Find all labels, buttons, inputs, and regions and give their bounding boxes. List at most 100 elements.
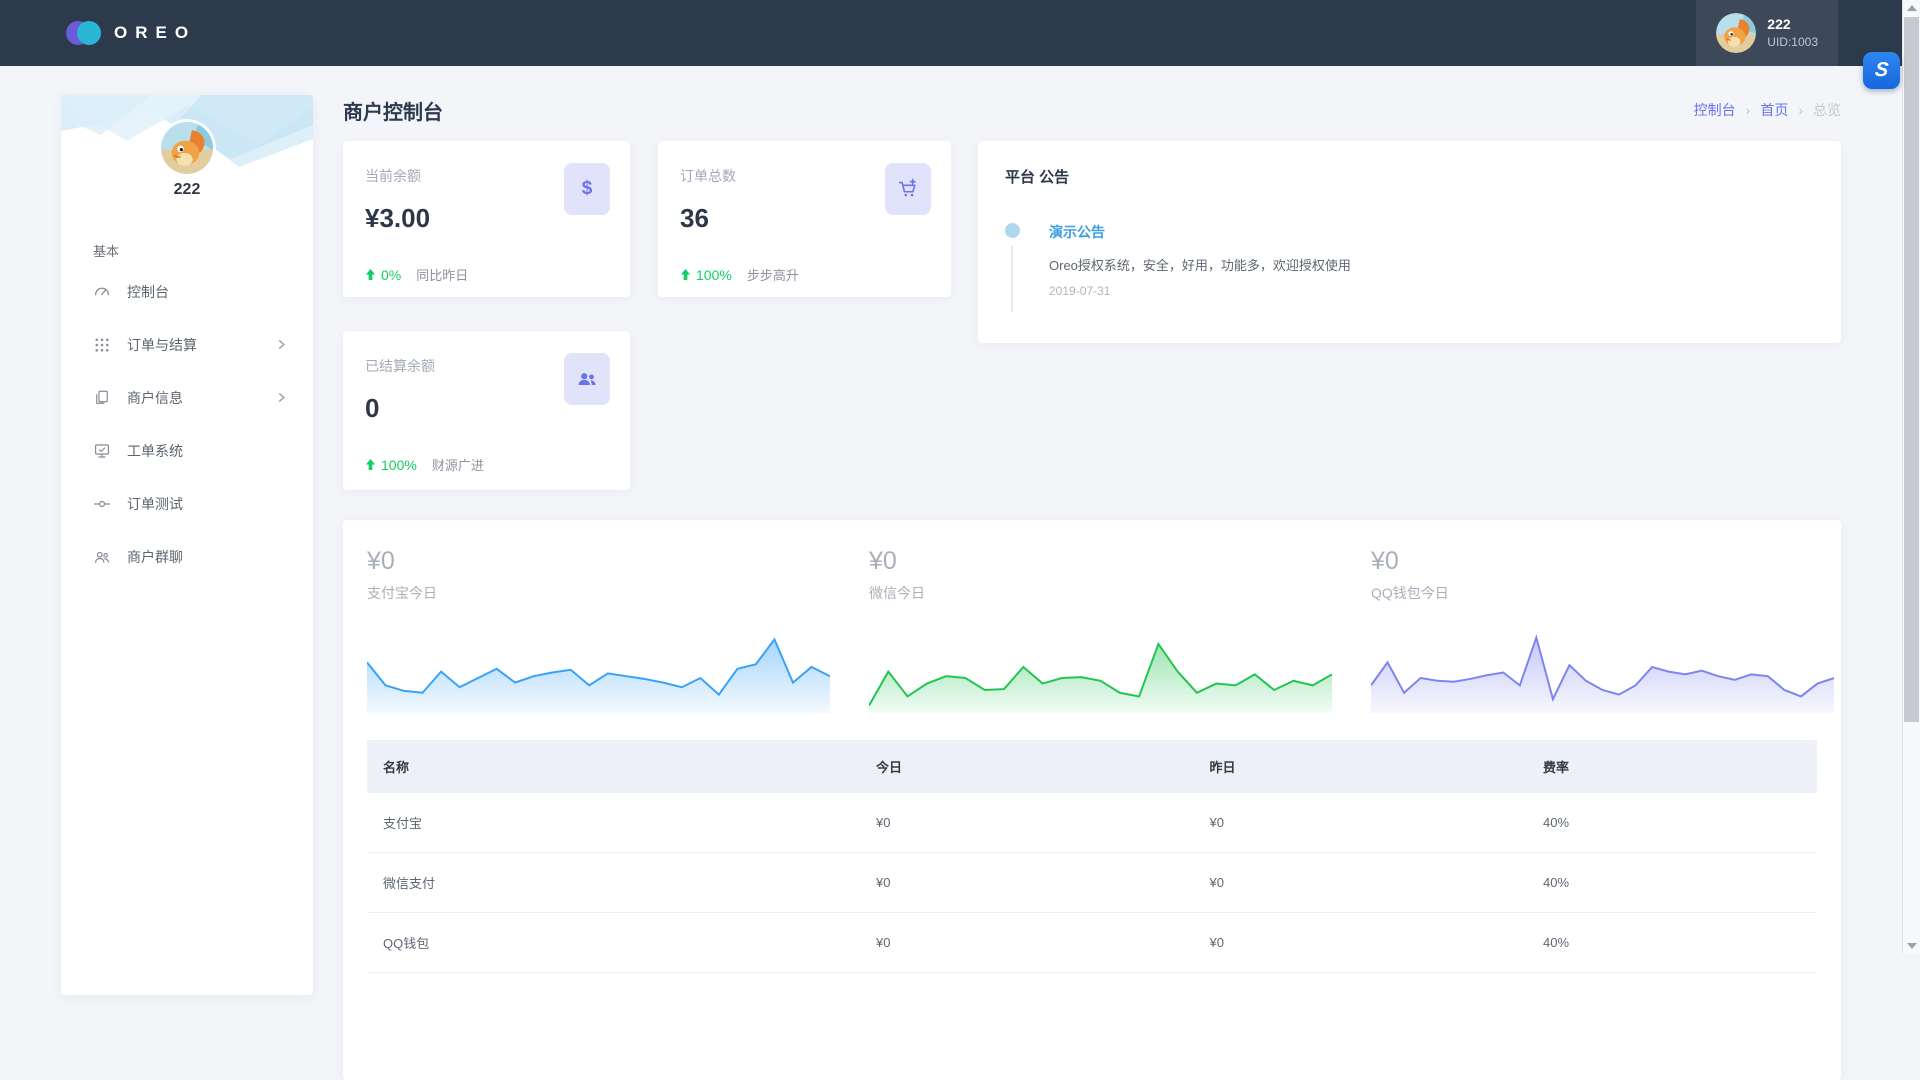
users-icon bbox=[564, 353, 610, 405]
user-menu[interactable]: 222 UID:1003 bbox=[1696, 0, 1838, 66]
announcement-card: 平台 公告 演示公告 Oreo授权系统，安全，好用，功能多，欢迎授权使用 201… bbox=[978, 141, 1841, 343]
merchant-info-icon bbox=[93, 389, 111, 407]
sidebar-item-orders-settlement[interactable]: 订单与结算 bbox=[61, 318, 313, 371]
cell-today: ¥0 bbox=[860, 913, 1194, 973]
trend-value: 0% bbox=[381, 267, 401, 283]
trend-up-icon bbox=[365, 269, 376, 281]
alipay-area-chart bbox=[367, 618, 830, 713]
sparkline-amount: ¥0 bbox=[367, 547, 830, 576]
table-row-qq-wallet: QQ钱包 ¥0 ¥0 40% bbox=[367, 913, 1817, 973]
extension-badge-icon[interactable]: S bbox=[1863, 52, 1900, 89]
chevron-right-icon bbox=[276, 339, 287, 350]
table-header-row: 名称 今日 昨日 费率 bbox=[367, 740, 1817, 793]
brand-logo-icon bbox=[66, 21, 102, 45]
user-uid: UID:1003 bbox=[1767, 34, 1818, 50]
trend-note: 同比昨日 bbox=[416, 265, 468, 284]
cell-name: QQ钱包 bbox=[367, 913, 860, 973]
rates-table: 名称 今日 昨日 费率 支付宝 ¥0 ¥0 40% 微信支付 bbox=[367, 740, 1817, 973]
cell-name: 支付宝 bbox=[367, 793, 860, 853]
cell-rate: 40% bbox=[1527, 853, 1817, 913]
sidebar-item-merchant-chat[interactable]: 商户群聊 bbox=[61, 530, 313, 583]
col-header-rate: 费率 bbox=[1527, 740, 1817, 793]
cell-rate: 40% bbox=[1527, 793, 1817, 853]
stat-card-total-orders: 订单总数 36 100% 步步高升 bbox=[658, 141, 951, 297]
trend-up-icon bbox=[680, 269, 691, 281]
col-header-today: 今日 bbox=[860, 740, 1194, 793]
cell-yesterday: ¥0 bbox=[1194, 793, 1528, 853]
announcement-title: 平台 公告 bbox=[1005, 166, 1814, 187]
ticket-system-icon bbox=[93, 442, 111, 460]
sidebar-item-label: 工单系统 bbox=[127, 441, 183, 461]
cell-today: ¥0 bbox=[860, 853, 1194, 913]
main-content: 商户控制台 控制台 › 首页 › 总览 当前余额 $ ¥3.00 0% 同比昨日… bbox=[343, 85, 1841, 140]
sidebar: 222 基本 控制台 订单与结算 bbox=[61, 95, 313, 995]
breadcrumb-current: 总览 bbox=[1813, 100, 1841, 120]
stat-card-settled-balance: 已结算余额 0 100% 财源广进 bbox=[343, 331, 630, 490]
brand-logo: OREO bbox=[66, 0, 196, 66]
order-test-icon bbox=[93, 495, 111, 513]
orders-grid-icon bbox=[93, 336, 111, 354]
trend-up-icon bbox=[365, 459, 376, 471]
announcement-date: 2019-07-31 bbox=[1049, 284, 1814, 298]
col-header-yesterday: 昨日 bbox=[1194, 740, 1528, 793]
sidebar-menu: 控制台 订单与结算 商户信息 bbox=[61, 265, 313, 583]
group-chat-icon bbox=[93, 548, 111, 566]
profile-avatar[interactable] bbox=[161, 122, 213, 174]
sparkline-label: QQ钱包今日 bbox=[1371, 583, 1834, 603]
extension-badge-glyph: S bbox=[1874, 59, 1890, 82]
sidebar-item-label: 商户群聊 bbox=[127, 547, 183, 567]
breadcrumb-home[interactable]: 首页 bbox=[1760, 100, 1788, 120]
sparkline-amount: ¥0 bbox=[1371, 547, 1834, 576]
col-header-name: 名称 bbox=[367, 740, 860, 793]
announcement-body: Oreo授权系统，安全，好用，功能多，欢迎授权使用 bbox=[1049, 255, 1814, 274]
scrollbar-up-arrow-icon[interactable] bbox=[1907, 5, 1917, 11]
wechat-area-chart bbox=[869, 618, 1332, 713]
timeline-line bbox=[1011, 246, 1013, 312]
sidebar-item-ticket-system[interactable]: 工单系统 bbox=[61, 424, 313, 477]
sidebar-item-label: 商户信息 bbox=[127, 388, 183, 408]
scrollbar-thumb[interactable] bbox=[1904, 17, 1919, 722]
sidebar-item-label: 控制台 bbox=[127, 282, 169, 302]
breadcrumb-console[interactable]: 控制台 bbox=[1694, 100, 1736, 120]
user-avatar bbox=[1716, 13, 1756, 53]
cart-plus-icon bbox=[885, 163, 931, 215]
top-navbar: OREO 222 UID:1003 bbox=[0, 0, 1920, 66]
scrollbar-down-arrow-icon[interactable] bbox=[1907, 943, 1917, 949]
dashboard-icon bbox=[93, 283, 111, 301]
cell-name: 微信支付 bbox=[367, 853, 860, 913]
trend-value: 100% bbox=[381, 457, 417, 473]
page-title: 商户控制台 bbox=[343, 96, 1841, 125]
sidebar-item-label: 订单测试 bbox=[127, 494, 183, 514]
sparkline-label: 微信今日 bbox=[869, 583, 1332, 603]
trend-note: 步步高升 bbox=[747, 265, 799, 284]
cell-yesterday: ¥0 bbox=[1194, 913, 1528, 973]
announcement-timeline: 演示公告 Oreo授权系统，安全，好用，功能多，欢迎授权使用 2019-07-3… bbox=[1005, 222, 1814, 298]
user-name: 222 bbox=[1767, 15, 1818, 34]
qq-wallet-area-chart bbox=[1371, 618, 1834, 713]
brand-name: OREO bbox=[114, 23, 196, 43]
trend-note: 财源广进 bbox=[432, 455, 484, 474]
stats-panel: ¥0 支付宝今日 ¥0 微信今日 ¥0 QQ钱包今日 bbox=[343, 520, 1841, 1080]
sidebar-item-order-test[interactable]: 订单测试 bbox=[61, 477, 313, 530]
stat-card-current-balance: 当前余额 $ ¥3.00 0% 同比昨日 bbox=[343, 141, 630, 297]
announcement-link[interactable]: 演示公告 bbox=[1049, 222, 1814, 242]
sparkline-qq-wallet: ¥0 QQ钱包今日 bbox=[1371, 547, 1834, 713]
table-row-alipay: 支付宝 ¥0 ¥0 40% bbox=[367, 793, 1817, 853]
table-row-wechat: 微信支付 ¥0 ¥0 40% bbox=[367, 853, 1817, 913]
breadcrumb: 控制台 › 首页 › 总览 bbox=[1694, 100, 1841, 120]
dollar-icon: $ bbox=[564, 163, 610, 215]
breadcrumb-separator-icon: › bbox=[1746, 102, 1751, 118]
sparkline-wechat: ¥0 微信今日 bbox=[869, 547, 1332, 713]
breadcrumb-separator-icon: › bbox=[1798, 102, 1803, 118]
trend-value: 100% bbox=[696, 267, 732, 283]
sidebar-item-console[interactable]: 控制台 bbox=[61, 265, 313, 318]
cell-today: ¥0 bbox=[860, 793, 1194, 853]
cell-yesterday: ¥0 bbox=[1194, 853, 1528, 913]
chevron-right-icon bbox=[276, 392, 287, 403]
sparkline-label: 支付宝今日 bbox=[367, 583, 830, 603]
sidebar-section-label: 基本 bbox=[93, 241, 119, 260]
logo-circle-teal bbox=[77, 21, 101, 45]
timeline-dot-icon bbox=[1005, 223, 1020, 238]
vertical-scrollbar[interactable] bbox=[1902, 0, 1920, 954]
sidebar-item-merchant-info[interactable]: 商户信息 bbox=[61, 371, 313, 424]
